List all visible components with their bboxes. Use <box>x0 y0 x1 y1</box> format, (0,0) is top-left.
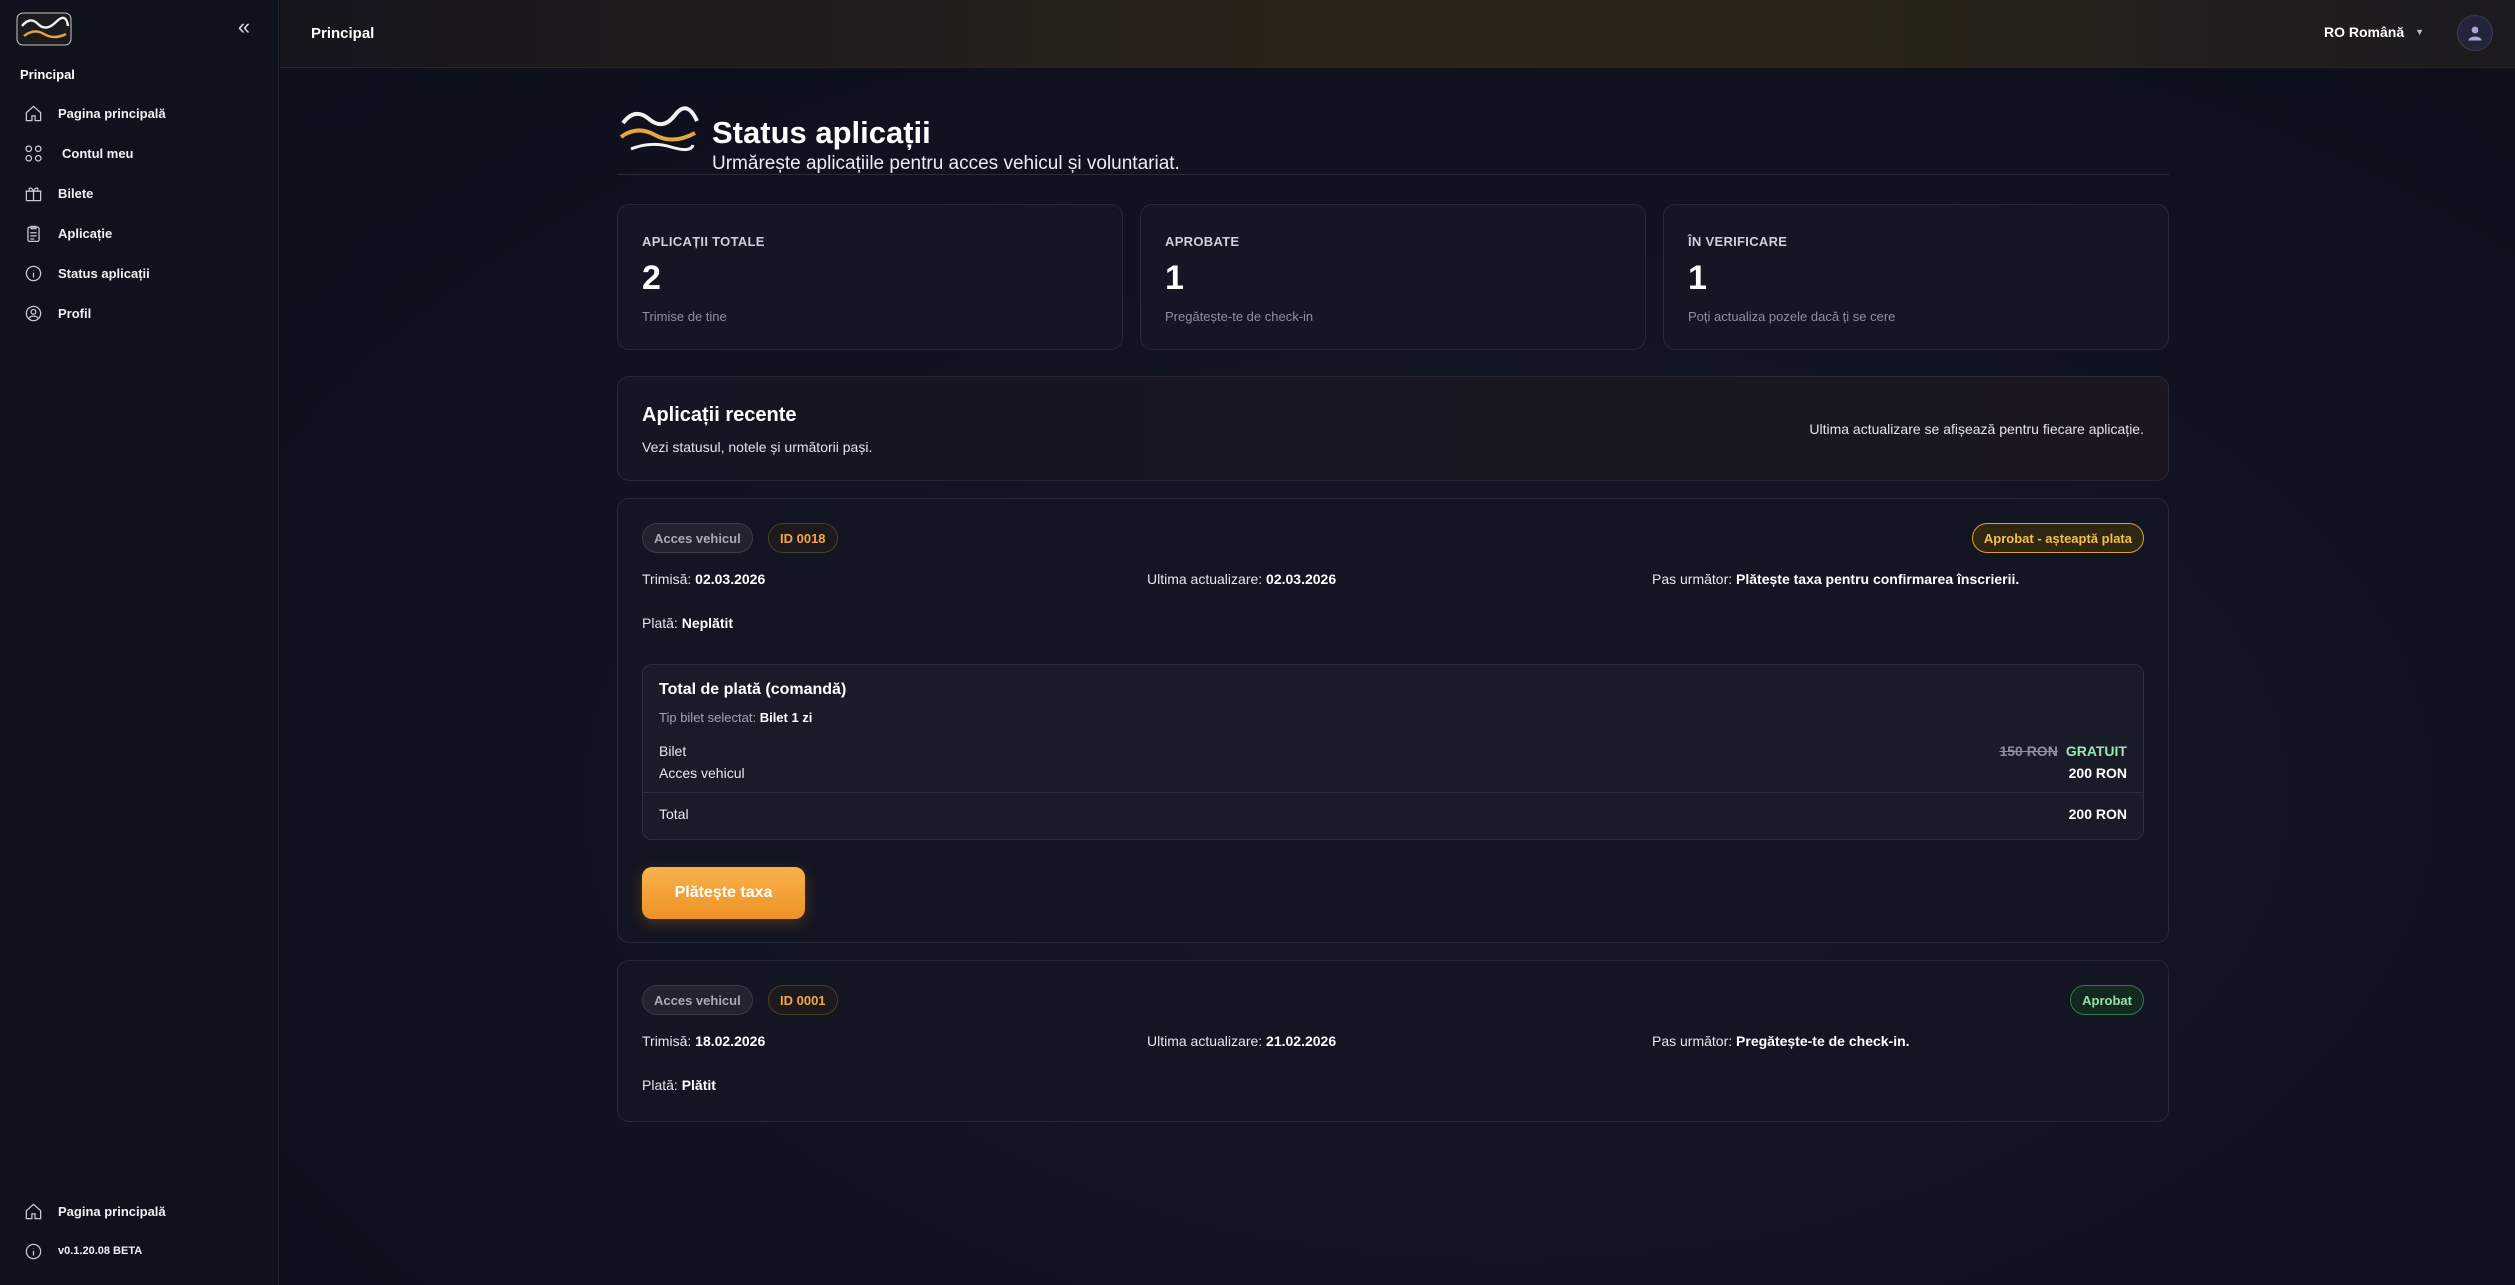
stat-card-in-review: ÎN VERIFICARE 1 Poți actualiza pozele da… <box>1663 204 2169 350</box>
sidebar-item-label: Status aplicații <box>58 265 150 281</box>
page-subtitle: Urmărește aplicațiile pentru acces vehic… <box>712 153 1180 174</box>
application-card: Acces vehicul ID 0001 Aprobat Trimisă: 1… <box>617 960 2169 1122</box>
user-icon <box>2468 26 2482 41</box>
recent-applications-header: Aplicații recente Vezi statusul, notele … <box>617 376 2169 481</box>
brand-logo[interactable] <box>16 12 72 46</box>
home-icon <box>14 96 52 130</box>
order-row-label: Acces vehicul <box>659 765 745 781</box>
order-row-total: Total 200 RON <box>659 806 2127 822</box>
order-summary: Total de plată (comandă) Tip bilet selec… <box>642 664 2144 840</box>
application-id-badge: ID 0018 <box>768 523 838 553</box>
sidebar-item-home[interactable]: Pagina principală <box>14 96 264 130</box>
order-row-vehicle-access: Acces vehicul 200 RON <box>659 765 2127 781</box>
page-title: Status aplicații <box>712 115 931 150</box>
gift-icon <box>14 176 52 210</box>
payment-status: Plată: Neplătit <box>642 615 734 631</box>
collapse-sidebar-icon[interactable]: « <box>233 16 255 39</box>
top-bar: Principal RO Română ▼ <box>280 0 2515 68</box>
next-step: Pas următor: Plătește taxa pentru confir… <box>1652 571 2020 587</box>
last-updated-date: Ultima actualizare: 02.03.2026 <box>1147 571 1337 587</box>
order-row-ticket: Bilet 150 RON GRATUIT <box>659 743 2127 759</box>
page-header: Status aplicații Urmărește aplicațiile p… <box>617 93 2169 175</box>
sidebar-footer-home-label: Pagina principală <box>58 1203 166 1219</box>
main-content: Status aplicații Urmărește aplicațiile p… <box>280 69 2515 1285</box>
recent-subtitle: Vezi statusul, notele și următorii pași. <box>642 439 873 455</box>
sidebar-item-account[interactable]: Contul meu <box>14 136 264 170</box>
recent-title: Aplicații recente <box>642 404 797 426</box>
brand-logo <box>617 103 701 157</box>
info-icon <box>14 256 52 290</box>
free-price: GRATUIT <box>2065 743 2127 759</box>
application-id-badge: ID 0001 <box>768 985 838 1015</box>
version-info: v0.1.20.08 BETA <box>14 1234 264 1268</box>
sidebar-item-label: Pagina principală <box>58 105 166 121</box>
recent-note: Ultima actualizare se afișează pentru fi… <box>1809 421 2144 437</box>
user-avatar[interactable] <box>2457 15 2493 51</box>
sidebar-item-label: Contul meu <box>62 145 134 161</box>
submitted-date: Trimisă: 02.03.2026 <box>642 571 766 587</box>
sidebar-item-profile[interactable]: Profil <box>14 296 264 330</box>
stat-label: APROBATE <box>1165 234 1240 249</box>
sidebar-footer-home[interactable]: Pagina principală <box>14 1194 264 1228</box>
stat-card-approved: APROBATE 1 Pregătește-te de check-in <box>1140 204 1646 350</box>
stat-value: 1 <box>1688 259 1707 297</box>
sidebar-item-tickets[interactable]: Bilete <box>14 176 264 210</box>
next-step: Pas următor: Pregătește-te de check-in. <box>1652 1033 1910 1049</box>
language-label: RO Română <box>2324 24 2405 40</box>
version-label: v0.1.20.08 BETA <box>58 1245 143 1257</box>
clipboard-icon <box>14 216 52 250</box>
sidebar-item-application[interactable]: Aplicație <box>14 216 264 250</box>
submitted-date: Trimisă: 18.02.2026 <box>642 1033 766 1049</box>
chevron-down-icon: ▼ <box>2415 27 2425 37</box>
language-selector[interactable]: RO Română ▼ <box>2324 24 2424 40</box>
payment-status: Plată: Plătit <box>642 1077 716 1093</box>
selected-ticket-type: Tip bilet selectat: Bilet 1 zi <box>659 710 813 725</box>
stat-label: APLICAȚII TOTALE <box>642 234 765 249</box>
sidebar-section-label: Principal <box>20 67 75 82</box>
stat-card-total: APLICAȚII TOTALE 2 Trimise de tine <box>617 204 1123 350</box>
sidebar-item-label: Aplicație <box>58 225 113 241</box>
info-icon <box>14 1234 52 1268</box>
grid-icon <box>14 136 52 170</box>
sidebar-item-application-status[interactable]: Status aplicații <box>14 256 264 290</box>
stat-note: Trimise de tine <box>642 309 727 324</box>
top-bar-title: Principal <box>311 25 375 42</box>
stat-value: 2 <box>642 259 661 297</box>
order-total-label: Total <box>659 806 689 822</box>
last-updated-date: Ultima actualizare: 21.02.2026 <box>1147 1033 1337 1049</box>
order-row-price: 200 RON <box>2068 765 2127 781</box>
status-badge: Aprobat <box>2070 985 2144 1015</box>
sidebar-item-label: Profil <box>58 305 92 321</box>
old-price: 150 RON <box>1999 743 2058 759</box>
order-title: Total de plată (comandă) <box>659 681 847 698</box>
application-type-badge: Acces vehicul <box>642 985 753 1015</box>
stat-label: ÎN VERIFICARE <box>1688 234 1788 249</box>
order-row-price: 150 RON GRATUIT <box>1999 743 2127 759</box>
home-icon <box>14 1194 52 1228</box>
status-badge: Aprobat - așteaptă plata <box>1971 523 2144 553</box>
pay-fee-button[interactable]: Plătește taxa <box>642 867 805 919</box>
order-divider <box>643 792 2143 793</box>
user-circle-icon <box>14 296 52 330</box>
sidebar: « Principal Pagina principală Contul meu… <box>0 0 279 1285</box>
stat-value: 1 <box>1165 259 1184 297</box>
stat-note: Poți actualiza pozele dacă ți se cere <box>1688 309 1896 324</box>
order-total-value: 200 RON <box>2068 806 2127 822</box>
stat-note: Pregătește-te de check-in <box>1165 309 1314 324</box>
application-card: Acces vehicul ID 0018 Aprobat - așteaptă… <box>617 498 2169 943</box>
order-row-label: Bilet <box>659 743 687 759</box>
application-type-badge: Acces vehicul <box>642 523 753 553</box>
sidebar-item-label: Bilete <box>58 185 94 201</box>
